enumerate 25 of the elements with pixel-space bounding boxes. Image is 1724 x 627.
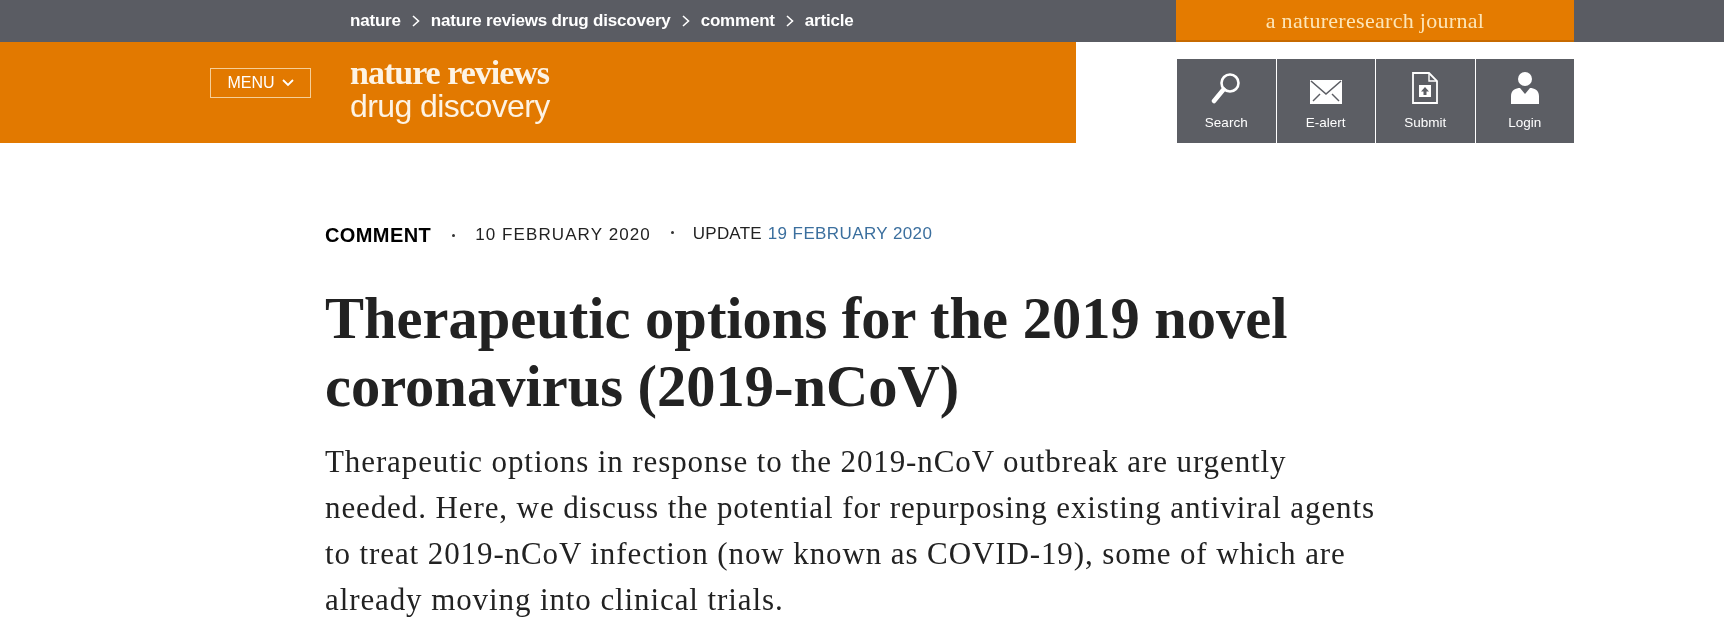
toolbar-button[interactable]: Search bbox=[1177, 59, 1276, 143]
update-label: UPDATE bbox=[692, 222, 762, 245]
toolbar-button[interactable]: Submit bbox=[1376, 59, 1475, 143]
article-standfirst: Therapeutic options in response to the 2019-nCoV outbreak are urgently needed. Here, we discuss the potential for repurposing existing antiviral agents to treat 2019-nCoV infection (now known as COVID-19), some of which are already moving into clinical trials. bbox=[325, 443, 1376, 619]
user-icon bbox=[1510, 71, 1539, 104]
breadcrumb-link[interactable]: nature bbox=[350, 8, 401, 34]
file-upload-icon bbox=[1412, 71, 1439, 104]
chevron-right-icon bbox=[785, 15, 794, 27]
toolbar-button[interactable]: Login bbox=[1475, 59, 1574, 143]
published-date: 10 FEBRUARY 2020 bbox=[475, 224, 651, 247]
article-title: Therapeutic options for the 2019 novel coronavirus (2019-nCoV) bbox=[325, 285, 1289, 421]
chevron-right-icon bbox=[411, 15, 420, 27]
breadcrumb-link[interactable]: comment bbox=[700, 8, 775, 34]
toolbar-button[interactable]: E-alert bbox=[1276, 59, 1375, 143]
bullet-icon bbox=[670, 230, 674, 234]
search-icon bbox=[1211, 71, 1242, 104]
envelope-icon bbox=[1309, 79, 1342, 104]
breadcrumb-link[interactable]: article bbox=[804, 8, 854, 34]
bullet-icon bbox=[452, 233, 456, 237]
update-date: 19 FEBRUARY 2020 bbox=[767, 222, 933, 245]
chevron-down-icon bbox=[281, 79, 294, 87]
breadcrumb-link[interactable]: nature reviews drug discovery bbox=[430, 8, 671, 34]
chevron-right-icon bbox=[681, 15, 690, 27]
article-type: COMMENT bbox=[325, 223, 432, 248]
journal-tagline: a natureresearch journal bbox=[1265, 6, 1485, 35]
